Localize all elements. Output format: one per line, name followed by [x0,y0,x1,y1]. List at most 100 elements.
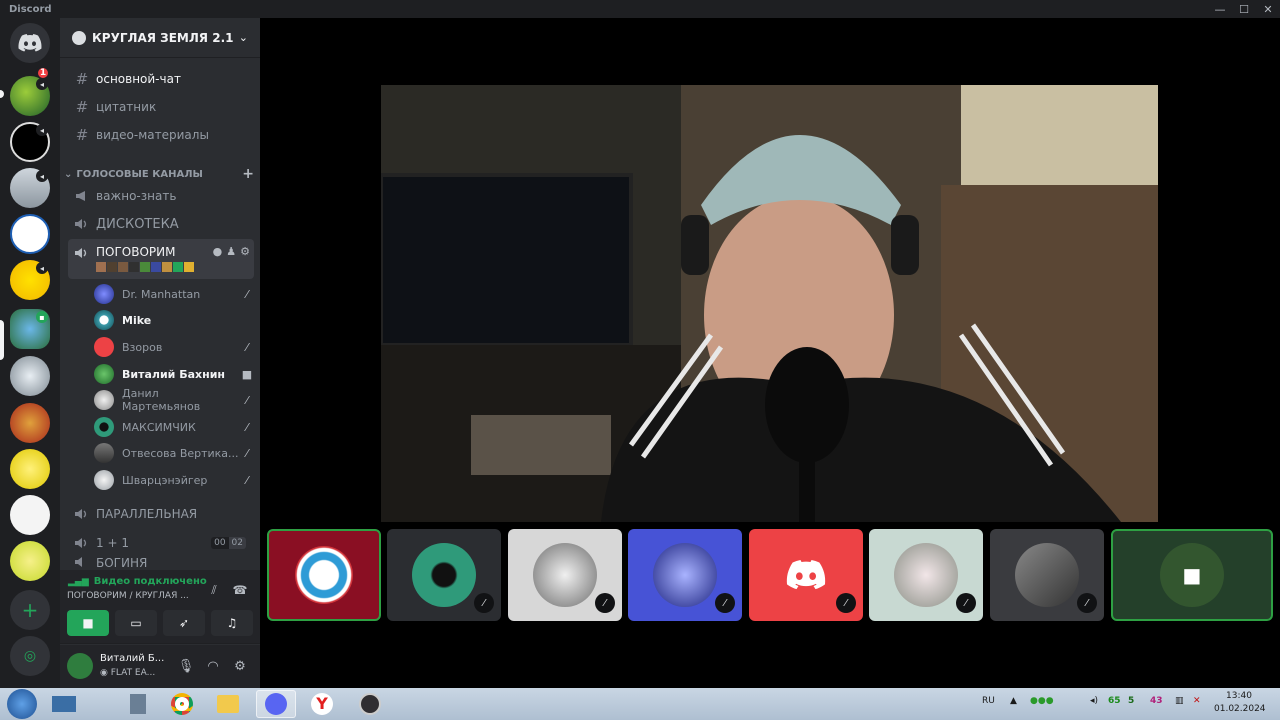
participant-tile[interactable]: ⁄ [508,529,622,621]
show-desktop-icon[interactable] [44,690,84,718]
volume-icon[interactable]: ◂) [1090,696,1098,706]
participant-tile[interactable]: ⁄ [869,529,983,621]
start-button[interactable] [7,689,37,719]
avatar[interactable] [67,653,93,679]
video-toggle-button[interactable]: ■ [67,610,109,636]
network-icon[interactable]: ▥ [1175,696,1184,706]
maximize-button[interactable]: ☐ [1232,0,1256,18]
hash-icon: # [75,126,89,144]
soundboard-button[interactable]: ♫ [211,610,253,636]
channel-label: основной-чат [96,72,181,86]
voice-status: ▂▄▆ Видео подключено [68,576,207,587]
user-name: Mike [122,313,152,327]
voice-connection-panel: ▂▄▆ Видео подключено ПОГОВОРИМ / КРУГЛАЯ… [60,570,260,644]
channel-quotes[interactable]: # цитатник [68,94,254,120]
voice-channel-parallel[interactable]: ПАРАЛЛЕЛЬНАЯ [68,501,254,527]
participant-tile[interactable]: ⁄ [749,529,863,621]
tray-expand-icon[interactable]: ▲ [1010,696,1017,706]
discover-icon[interactable]: ◎ [10,636,50,676]
chat-bubble-icon[interactable]: ● [213,245,223,258]
minimize-button[interactable]: — [1208,0,1232,18]
tray-counter-b: 43 [1150,696,1163,706]
voice-category[interactable]: ⌄ ГОЛОСОВЫЕ КАНАЛЫ + [64,166,254,182]
yandex-browser-icon[interactable]: Y [302,690,342,718]
voice-channel-important[interactable]: важно-знать [68,183,254,209]
deafened-icon: ⁄ [836,593,856,613]
microphone-icon[interactable]: 🎙 [177,657,195,675]
voice-user[interactable]: Виталий Бахнин ■ [94,361,254,387]
add-channel-icon[interactable]: + [242,166,254,182]
voice-channel-goddess[interactable]: БОГИНЯ [68,556,254,570]
tray-counter-a: 65 [1108,696,1121,706]
server-icon-moon[interactable] [10,356,50,396]
home-button[interactable] [10,23,50,63]
clock-date[interactable]: 01.02.2024 [1214,704,1266,714]
server-icon-emblem[interactable] [10,214,50,254]
close-button[interactable]: ✕ [1256,0,1280,18]
voice-user[interactable]: МАКСИМЧИК ⁄ [94,414,254,440]
server-badge-icon [72,30,86,45]
flag-icon[interactable]: ✕ [1193,696,1201,706]
tray-app-icon[interactable]: ●●● [1030,696,1054,706]
screen-share-button[interactable]: ▭ [115,610,157,636]
invite-icon[interactable]: ♟ [226,245,236,258]
deafened-icon: ⁄ [956,593,976,613]
calculator-icon[interactable] [118,690,158,718]
avatar [94,417,114,437]
channel-label: БОГИНЯ [96,556,148,570]
unread-pill [0,90,4,98]
deafened-icon: ⁄ [246,287,248,301]
voice-channel-one-plus-one[interactable]: 1 + 1 00 02 [68,530,254,556]
gear-icon[interactable]: ⚙ [231,657,249,675]
disconnect-icon[interactable]: ☎ [232,582,248,598]
voice-user[interactable]: Взоров ⁄ [94,334,254,360]
avatar [533,543,597,607]
voice-channel-link[interactable]: ПОГОВОРИМ / КРУГЛАЯ ... [67,591,189,601]
server-icon-soviet[interactable] [10,403,50,443]
add-server-icon[interactable]: + [10,590,50,630]
deafened-icon: ⁄ [1077,593,1097,613]
main-video-feed[interactable] [381,85,1158,522]
noise-suppression-icon[interactable]: ⫽ [206,582,222,598]
server-icon-yellow[interactable] [10,449,50,489]
voice-user[interactable]: Отвесова Вертика... ⁄ [94,440,254,466]
headphones-icon[interactable]: ◠ [204,657,222,675]
user-name: Отвесова Вертика... [122,446,239,460]
speaker-icon: ◂ [36,78,48,90]
voice-user[interactable]: Данил Мартемьянов ⁄ [94,387,254,413]
channel-label: ПАРАЛЛЕЛЬНАЯ [96,507,198,521]
gear-icon[interactable]: ⚙ [240,245,250,258]
participant-tile[interactable]: ⁄ [990,529,1104,621]
tile-name: Mike [310,569,338,581]
clock-time[interactable]: 13:40 [1226,691,1252,701]
hash-icon: # [75,98,89,116]
chrome-icon[interactable] [162,690,202,718]
tray-counter-c: 5 [1128,696,1135,706]
chevron-down-icon: ⌄ [238,31,248,44]
voice-channel-talk[interactable]: ПОГОВОРИМ ● ♟ ⚙ [68,239,254,279]
participant-tile[interactable]: ⁄ [628,529,742,621]
voice-user[interactable]: Dr. Manhattan ⁄ [94,281,254,307]
channel-label: важно-знать [96,189,177,203]
server-icon-lemon[interactable] [10,541,50,581]
voice-channel-disco[interactable]: ДИСКОТЕКА [68,211,254,237]
channel-main-chat[interactable]: # основной-чат [68,66,254,92]
participant-tile[interactable]: ⁄ [387,529,501,621]
participant-tile[interactable]: Mike [267,529,381,621]
avatar: Mike [295,546,353,604]
voice-user[interactable]: Шварцэнэйгер ⁄ [94,467,254,493]
activity-button[interactable]: ➶ [163,610,205,636]
language-indicator[interactable]: RU [982,696,995,706]
server-header[interactable]: КРУГЛАЯ ЗЕМЛЯ 2.1 ⌄ [60,18,260,58]
self-status-text: FLAT EA... [110,668,156,678]
user-name: МАКСИМЧИК [122,420,196,434]
explorer-icon[interactable] [208,690,248,718]
discord-taskbar-icon[interactable] [256,690,296,718]
voice-user[interactable]: Mike [94,307,254,333]
user-name: Данил Мартемьянов [122,387,201,413]
avatar [94,470,114,490]
obs-icon[interactable] [350,690,390,718]
self-video-tile[interactable]: ■ [1111,529,1273,621]
server-icon-silhouette[interactable] [10,495,50,535]
channel-video[interactable]: # видео-материалы [68,122,254,148]
